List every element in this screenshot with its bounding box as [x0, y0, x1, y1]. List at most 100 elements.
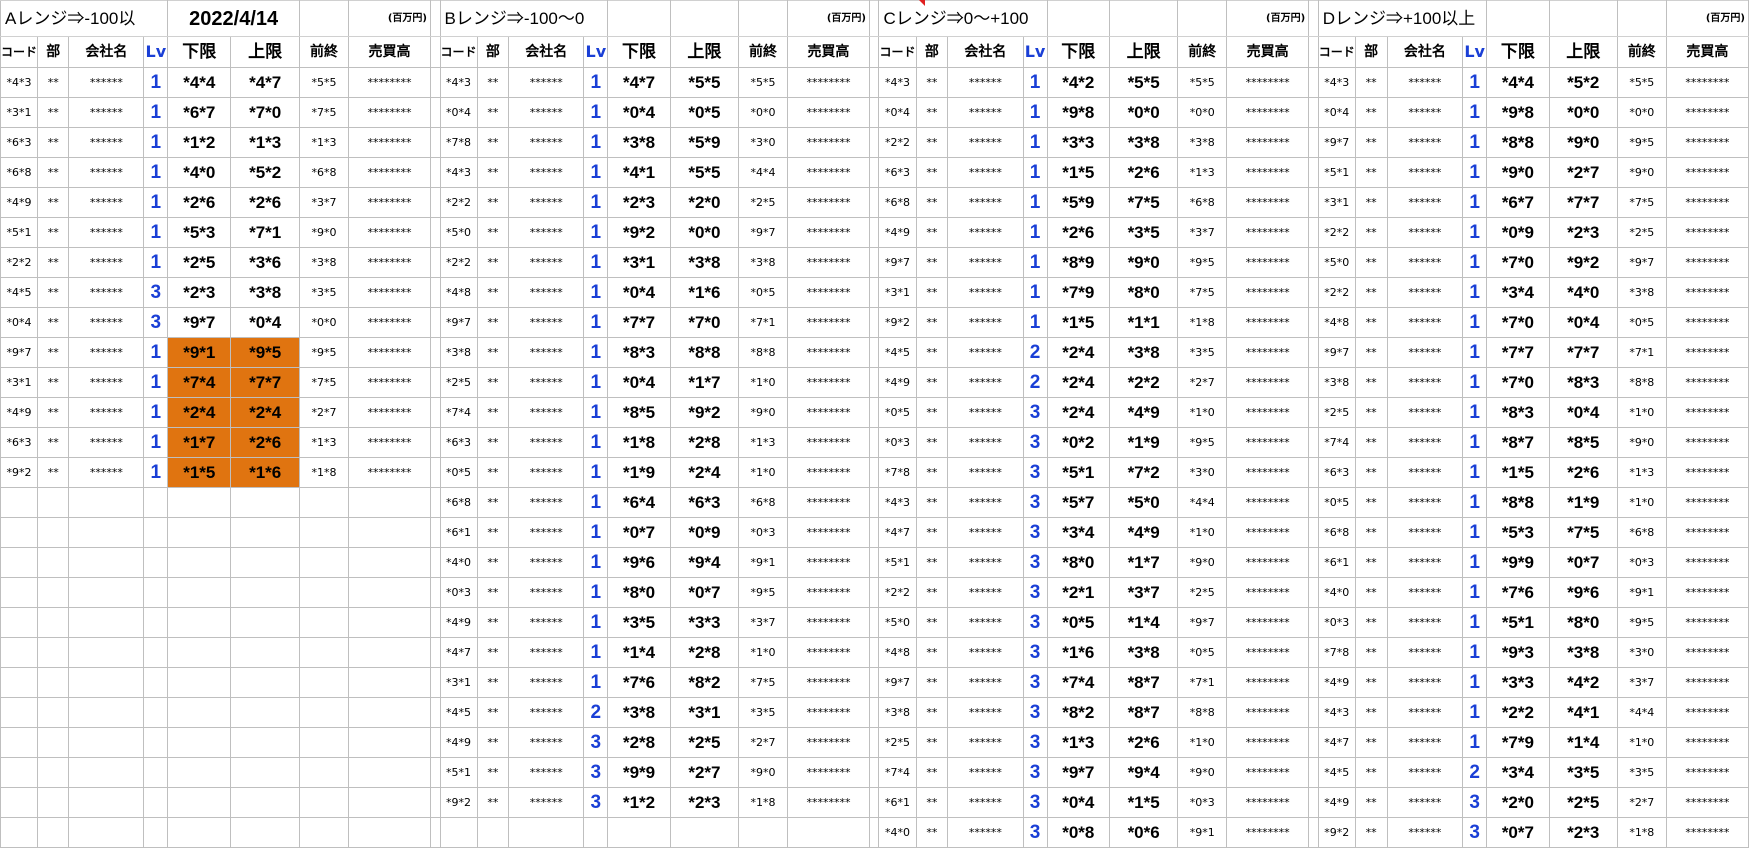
- prev-close-cell[interactable]: [299, 757, 349, 788]
- code-cell[interactable]: *6*3: [1317, 457, 1356, 488]
- code-cell[interactable]: *0*4: [0, 307, 39, 338]
- lv-cell[interactable]: 1: [1022, 307, 1048, 338]
- prev-close-cell[interactable]: *3*5: [1616, 757, 1667, 788]
- sales-cell[interactable]: ********: [1665, 697, 1749, 728]
- prev-close-cell[interactable]: *1*3: [299, 127, 349, 158]
- section-cell[interactable]: **: [1354, 727, 1388, 758]
- section-cell[interactable]: **: [915, 547, 949, 578]
- code-cell[interactable]: *4*3: [878, 67, 917, 98]
- lv-cell[interactable]: 1: [1022, 67, 1048, 98]
- code-cell[interactable]: *4*9: [1317, 787, 1356, 818]
- high-cell[interactable]: *9*4: [669, 547, 740, 578]
- sales-cell[interactable]: ********: [786, 457, 870, 488]
- lv-cell[interactable]: 1: [143, 127, 169, 158]
- high-cell[interactable]: [230, 787, 301, 818]
- company-cell[interactable]: [68, 577, 145, 608]
- sales-cell[interactable]: ********: [347, 367, 431, 398]
- low-cell[interactable]: [167, 577, 232, 608]
- section-cell[interactable]: **: [1354, 397, 1388, 428]
- lv-cell[interactable]: 1: [1462, 127, 1488, 158]
- empty-cell[interactable]: [1046, 0, 1111, 37]
- prev-close-cell[interactable]: *1*3: [1616, 457, 1667, 488]
- lv-cell[interactable]: [143, 637, 169, 668]
- low-cell[interactable]: *7*9: [1486, 727, 1550, 758]
- prev-close-cell[interactable]: *3*8: [738, 247, 788, 278]
- lv-cell[interactable]: 1: [583, 97, 609, 128]
- code-cell[interactable]: *6*8: [1317, 517, 1356, 548]
- company-cell[interactable]: [508, 817, 585, 848]
- prev-close-cell[interactable]: *9*1: [1177, 817, 1228, 848]
- sales-cell[interactable]: ********: [1665, 157, 1749, 188]
- low-cell[interactable]: *5*3: [167, 217, 232, 248]
- section-cell[interactable]: **: [476, 247, 510, 278]
- code-cell[interactable]: *4*9: [1317, 667, 1356, 698]
- lv-cell[interactable]: 1: [1462, 217, 1488, 248]
- section-cell[interactable]: **: [476, 727, 510, 758]
- low-cell[interactable]: *8*2: [1046, 697, 1111, 728]
- sales-cell[interactable]: ********: [347, 277, 431, 308]
- low-cell[interactable]: *8*8: [1486, 487, 1550, 518]
- lv-cell[interactable]: 1: [1022, 247, 1048, 278]
- company-cell[interactable]: ******: [1386, 307, 1464, 338]
- column-header-lv[interactable]: Lv: [1022, 36, 1048, 68]
- code-cell[interactable]: [0, 787, 39, 818]
- sales-cell[interactable]: ********: [347, 217, 431, 248]
- lv-cell[interactable]: 3: [1022, 757, 1048, 788]
- section-cell[interactable]: [37, 547, 70, 578]
- company-cell[interactable]: ******: [947, 787, 1024, 818]
- lv-cell[interactable]: 3: [1022, 397, 1048, 428]
- lv-cell[interactable]: 3: [1022, 607, 1048, 638]
- prev-close-cell[interactable]: *1*3: [299, 427, 349, 458]
- section-cell[interactable]: **: [1354, 577, 1388, 608]
- section-cell[interactable]: **: [915, 67, 949, 98]
- high-cell[interactable]: *2*6: [1109, 157, 1179, 188]
- low-cell[interactable]: *7*0: [1486, 367, 1550, 398]
- sales-cell[interactable]: ********: [1226, 67, 1310, 98]
- high-cell[interactable]: *1*9: [1548, 487, 1618, 518]
- section-cell[interactable]: **: [37, 127, 70, 158]
- low-cell[interactable]: *1*2: [167, 127, 232, 158]
- section-cell[interactable]: **: [476, 67, 510, 98]
- prev-close-cell[interactable]: *7*5: [1616, 187, 1667, 218]
- company-cell[interactable]: ******: [508, 97, 585, 128]
- company-cell[interactable]: ******: [68, 217, 145, 248]
- code-cell[interactable]: *0*4: [439, 97, 478, 128]
- prev-close-cell[interactable]: *3*5: [1177, 337, 1228, 368]
- code-cell[interactable]: *6*1: [439, 517, 478, 548]
- code-cell[interactable]: *4*9: [0, 397, 39, 428]
- section-cell[interactable]: **: [37, 277, 70, 308]
- section-cell[interactable]: [476, 817, 510, 848]
- prev-close-cell[interactable]: *7*1: [1616, 337, 1667, 368]
- low-cell[interactable]: *2*4: [1046, 367, 1111, 398]
- column-header-section[interactable]: 部: [476, 36, 510, 68]
- prev-close-cell[interactable]: *0*0: [299, 307, 349, 338]
- high-cell[interactable]: *7*7: [230, 367, 301, 398]
- high-cell[interactable]: *5*2: [230, 157, 301, 188]
- column-header-company[interactable]: 会社名: [508, 36, 585, 68]
- code-cell[interactable]: *4*8: [1317, 307, 1356, 338]
- lv-cell[interactable]: [583, 817, 609, 848]
- prev-close-cell[interactable]: *4*4: [738, 157, 788, 188]
- lv-cell[interactable]: 3: [1022, 727, 1048, 758]
- code-cell[interactable]: *5*1: [0, 217, 39, 248]
- sales-cell[interactable]: ********: [786, 517, 870, 548]
- code-cell[interactable]: *5*0: [1317, 247, 1356, 278]
- high-cell[interactable]: *7*5: [1548, 517, 1618, 548]
- sales-cell[interactable]: [347, 607, 431, 638]
- lv-cell[interactable]: [143, 697, 169, 728]
- company-cell[interactable]: ******: [68, 157, 145, 188]
- high-cell[interactable]: *3*8: [1109, 127, 1179, 158]
- prev-close-cell[interactable]: *5*5: [1177, 67, 1228, 98]
- low-cell[interactable]: *7*7: [607, 307, 671, 338]
- low-cell[interactable]: *2*2: [1486, 697, 1550, 728]
- low-cell[interactable]: *4*4: [167, 67, 232, 98]
- high-cell[interactable]: *0*4: [230, 307, 301, 338]
- section-cell[interactable]: [37, 577, 70, 608]
- high-cell[interactable]: *4*2: [1548, 667, 1618, 698]
- company-cell[interactable]: [68, 667, 145, 698]
- low-cell[interactable]: *9*9: [607, 757, 671, 788]
- sales-cell[interactable]: ********: [1226, 277, 1310, 308]
- company-cell[interactable]: ******: [1386, 217, 1464, 248]
- sales-cell[interactable]: [786, 817, 870, 848]
- company-cell[interactable]: ******: [947, 187, 1024, 218]
